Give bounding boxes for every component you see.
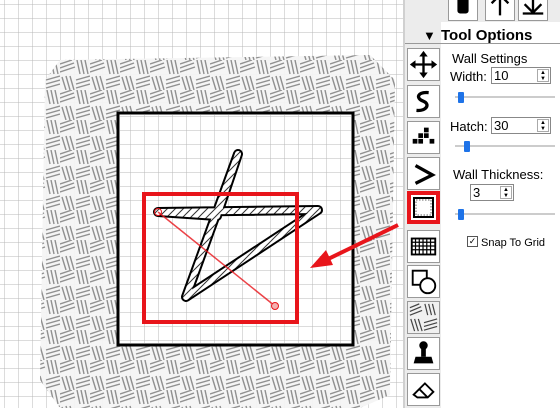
width-slider-thumb[interactable] bbox=[457, 92, 464, 103]
squiggle-path-icon[interactable] bbox=[407, 85, 440, 118]
wall-thickness-spinner[interactable]: ▲ ▼ bbox=[500, 186, 512, 199]
tool-strip bbox=[405, 0, 441, 408]
hatch-spinner[interactable]: ▲ ▼ bbox=[537, 119, 549, 132]
wall-thickness-slider-thumb[interactable] bbox=[457, 209, 464, 220]
wall-thickness-slider[interactable] bbox=[455, 209, 555, 220]
map-canvas[interactable] bbox=[0, 0, 403, 408]
tool-options-title: Tool Options bbox=[441, 27, 533, 44]
eraser-icon[interactable] bbox=[407, 373, 440, 406]
blocks-icon[interactable] bbox=[407, 121, 440, 154]
width-slider[interactable] bbox=[455, 92, 555, 103]
tool-options-panel: ▼ Tool Options Wall Settings Width: 10 ▲… bbox=[405, 22, 560, 408]
collapse-triangle-icon[interactable]: ▼ bbox=[423, 28, 436, 43]
shapes-icon[interactable] bbox=[407, 265, 440, 298]
width-input[interactable]: 10 ▲ ▼ bbox=[491, 67, 551, 84]
hatch-slider-thumb[interactable] bbox=[464, 141, 471, 152]
arrow-up-icon[interactable] bbox=[485, 0, 515, 21]
hatch-input[interactable]: 30 ▲ ▼ bbox=[491, 117, 551, 134]
arrow-down-icon[interactable] bbox=[518, 0, 548, 21]
move-arrows-icon[interactable] bbox=[407, 48, 440, 81]
layer-icon[interactable] bbox=[448, 0, 478, 21]
map-drawing bbox=[0, 0, 403, 408]
hatch-label: Hatch: bbox=[450, 119, 488, 134]
stamp-icon[interactable] bbox=[407, 337, 440, 370]
wall-settings-label: Wall Settings bbox=[452, 51, 528, 66]
grid-icon[interactable] bbox=[407, 230, 440, 263]
checkmark-icon: ✓ bbox=[468, 236, 477, 246]
snap-to-grid-label: Snap To Grid bbox=[481, 237, 546, 249]
wall-line-icon[interactable] bbox=[407, 157, 440, 190]
wall-room-icon[interactable] bbox=[407, 191, 440, 224]
width-label: Width: bbox=[450, 69, 487, 84]
snap-to-grid-checkbox[interactable]: ✓ bbox=[467, 236, 478, 247]
header-separator bbox=[405, 43, 560, 44]
width-spinner[interactable]: ▲ ▼ bbox=[537, 69, 549, 82]
hatch-pattern-icon[interactable] bbox=[407, 301, 440, 334]
hatch-slider[interactable] bbox=[455, 141, 555, 152]
wall-thickness-input[interactable]: 3 ▲ ▼ bbox=[470, 184, 514, 201]
wall-thickness-value: 3 bbox=[473, 185, 481, 200]
wall-thickness-label: Wall Thickness: bbox=[453, 167, 544, 182]
hatch-value: 30 bbox=[494, 118, 509, 133]
width-value: 10 bbox=[494, 68, 509, 83]
